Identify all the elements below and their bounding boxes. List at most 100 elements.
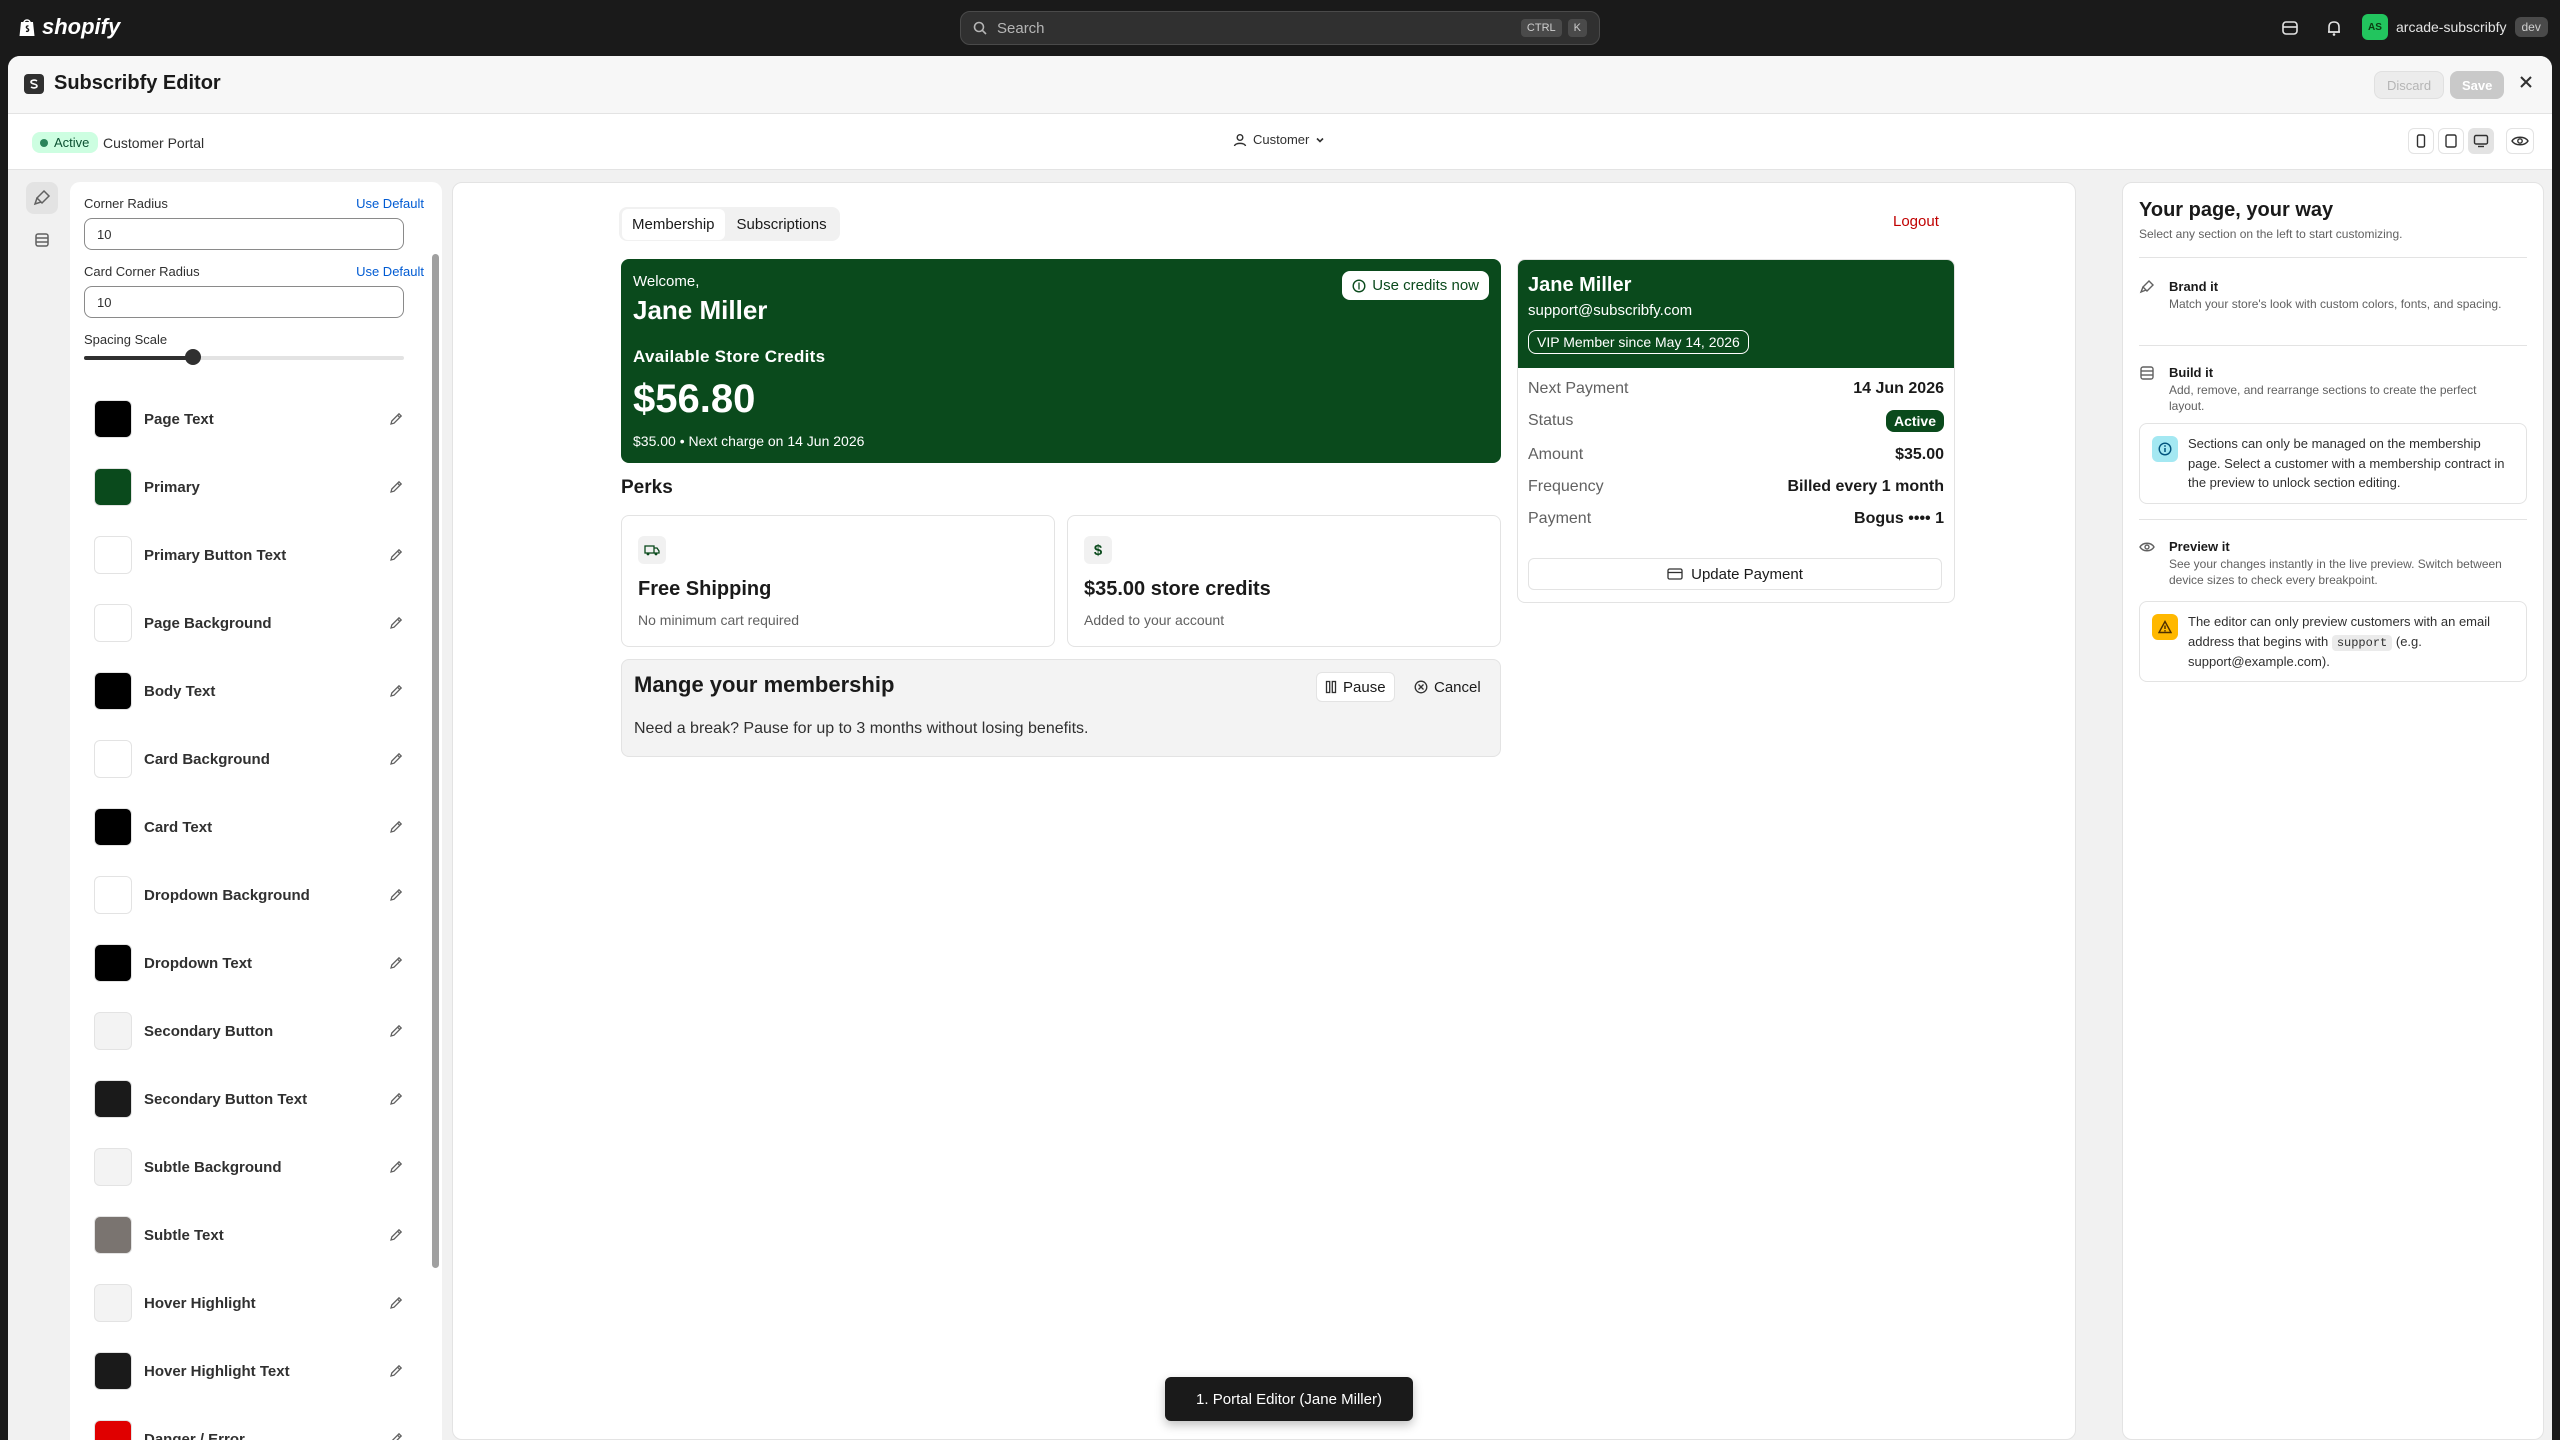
status-dot (40, 138, 48, 147)
perk-subtitle: No minimum cart required (638, 612, 800, 628)
color-swatch[interactable] (94, 1012, 132, 1050)
corner-radius-use-default[interactable]: Use Default (356, 196, 424, 211)
color-setting-row[interactable]: Dropdown Background (84, 870, 414, 920)
pencil-icon[interactable] (388, 887, 404, 903)
color-setting-row[interactable]: Page Text (84, 394, 414, 444)
color-setting-label: Subtle Background (144, 1158, 282, 1176)
color-setting-row[interactable]: Card Text (84, 802, 414, 852)
pencil-icon[interactable] (388, 547, 404, 563)
preview-toggle-button[interactable] (2506, 128, 2534, 154)
color-swatch[interactable] (94, 944, 132, 982)
pencil-icon[interactable] (388, 1159, 404, 1175)
eye-icon (2511, 136, 2529, 146)
corner-radius-input[interactable] (84, 218, 404, 250)
color-swatch[interactable] (94, 1352, 132, 1390)
pencil-icon[interactable] (388, 411, 404, 427)
color-swatch[interactable] (94, 1284, 132, 1322)
color-swatch[interactable] (94, 1420, 132, 1440)
device-tablet-button[interactable] (2438, 128, 2464, 154)
device-mobile-button[interactable] (2408, 128, 2434, 154)
next-charge-line: $35.00 • Next charge on 14 Jun 2026 (633, 433, 865, 449)
discard-button[interactable]: Discard (2374, 71, 2445, 99)
tab-subscriptions[interactable]: Subscriptions (727, 209, 837, 240)
color-setting-row[interactable]: Primary Button Text (84, 530, 414, 580)
notifications-button[interactable] (2322, 16, 2346, 40)
pencil-icon[interactable] (388, 1431, 404, 1440)
color-setting-label: Hover Highlight Text (144, 1362, 290, 1380)
perk-card-store-credits: $ $35.00 store credits Added to your acc… (1067, 515, 1501, 647)
vip-badge: VIP Member since May 14, 2026 (1528, 330, 1749, 354)
color-setting-row[interactable]: Page Background (84, 598, 414, 648)
pencil-icon[interactable] (388, 683, 404, 699)
row-frequency: Frequency Billed every 1 month (1528, 478, 1944, 496)
update-payment-button[interactable]: Update Payment (1528, 558, 1942, 590)
close-icon (2520, 76, 2532, 88)
eye-icon (2139, 542, 2155, 552)
cancel-button[interactable]: Cancel (1406, 672, 1489, 702)
settings-scrollbar[interactable] (432, 254, 439, 1268)
color-setting-row[interactable]: Card Background (84, 734, 414, 784)
pause-button[interactable]: Pause (1316, 672, 1395, 702)
color-setting-row[interactable]: Subtle Text (84, 1210, 414, 1260)
pencil-icon[interactable] (388, 955, 404, 971)
store-icon-button[interactable] (2278, 16, 2302, 40)
color-swatch[interactable] (94, 808, 132, 846)
pencil-icon[interactable] (388, 1363, 404, 1379)
mobile-icon (2416, 134, 2426, 148)
pencil-icon[interactable] (388, 1227, 404, 1243)
color-setting-row[interactable]: Body Text (84, 666, 414, 716)
store-menu[interactable]: AS arcade-subscribfy dev (2362, 14, 2548, 40)
admin-topbar: shopify Search CTRL K AS arcade-subscrib… (0, 0, 2560, 56)
search-placeholder: Search (997, 19, 1045, 37)
row-key: Next Payment (1528, 380, 1629, 397)
color-swatch[interactable] (94, 536, 132, 574)
color-setting-row[interactable]: Danger / Error (84, 1414, 414, 1440)
rail-sections-button[interactable] (26, 224, 58, 256)
pencil-icon[interactable] (388, 479, 404, 495)
rail-brand-button[interactable] (26, 182, 58, 214)
color-setting-row[interactable]: Dropdown Text (84, 938, 414, 988)
editor-subheader: Active Customer Portal Customer (8, 114, 2552, 170)
pencil-icon[interactable] (388, 1023, 404, 1039)
pencil-icon[interactable] (388, 751, 404, 767)
pencil-icon[interactable] (388, 1091, 404, 1107)
card-corner-radius-use-default[interactable]: Use Default (356, 264, 424, 279)
close-editor-button[interactable] (2518, 74, 2534, 90)
card-corner-radius-input[interactable] (84, 286, 404, 318)
color-swatch[interactable] (94, 876, 132, 914)
perk-card-free-shipping: Free Shipping No minimum cart required (621, 515, 1055, 647)
pencil-icon[interactable] (388, 1295, 404, 1311)
logout-link[interactable]: Logout (1893, 213, 1939, 230)
divider (2139, 345, 2527, 346)
editor-title-text: Subscribfy Editor (54, 72, 221, 94)
save-button[interactable]: Save (2450, 71, 2505, 99)
color-swatch[interactable] (94, 604, 132, 642)
warning-icon (2152, 614, 2178, 640)
pencil-icon[interactable] (388, 819, 404, 835)
color-swatch[interactable] (94, 1080, 132, 1118)
color-swatch[interactable] (94, 1216, 132, 1254)
color-setting-row[interactable]: Hover Highlight Text (84, 1346, 414, 1396)
row-key: Frequency (1528, 478, 1604, 495)
color-setting-row[interactable]: Subtle Background (84, 1142, 414, 1192)
device-desktop-button[interactable] (2468, 128, 2494, 154)
pencil-icon[interactable] (388, 615, 404, 631)
color-swatch[interactable] (94, 400, 132, 438)
use-credits-button[interactable]: Use credits now (1342, 271, 1489, 300)
tab-membership[interactable]: Membership (622, 208, 725, 240)
welcome-text: Welcome, (633, 273, 700, 290)
color-setting-row[interactable]: Primary (84, 462, 414, 512)
spacing-scale-thumb[interactable] (184, 349, 201, 365)
portal-label: Customer Portal (103, 135, 205, 151)
color-setting-row[interactable]: Hover Highlight (84, 1278, 414, 1328)
color-setting-row[interactable]: Secondary Button (84, 1006, 414, 1056)
color-swatch[interactable] (94, 672, 132, 710)
global-search[interactable]: Search CTRL K (960, 11, 1600, 45)
color-setting-row[interactable]: Secondary Button Text (84, 1074, 414, 1124)
spacing-scale-slider[interactable] (84, 349, 404, 365)
shopify-logo[interactable]: shopify (18, 14, 120, 40)
color-swatch[interactable] (94, 468, 132, 506)
customer-select[interactable]: Customer (1233, 132, 1325, 147)
color-swatch[interactable] (94, 740, 132, 778)
color-swatch[interactable] (94, 1148, 132, 1186)
